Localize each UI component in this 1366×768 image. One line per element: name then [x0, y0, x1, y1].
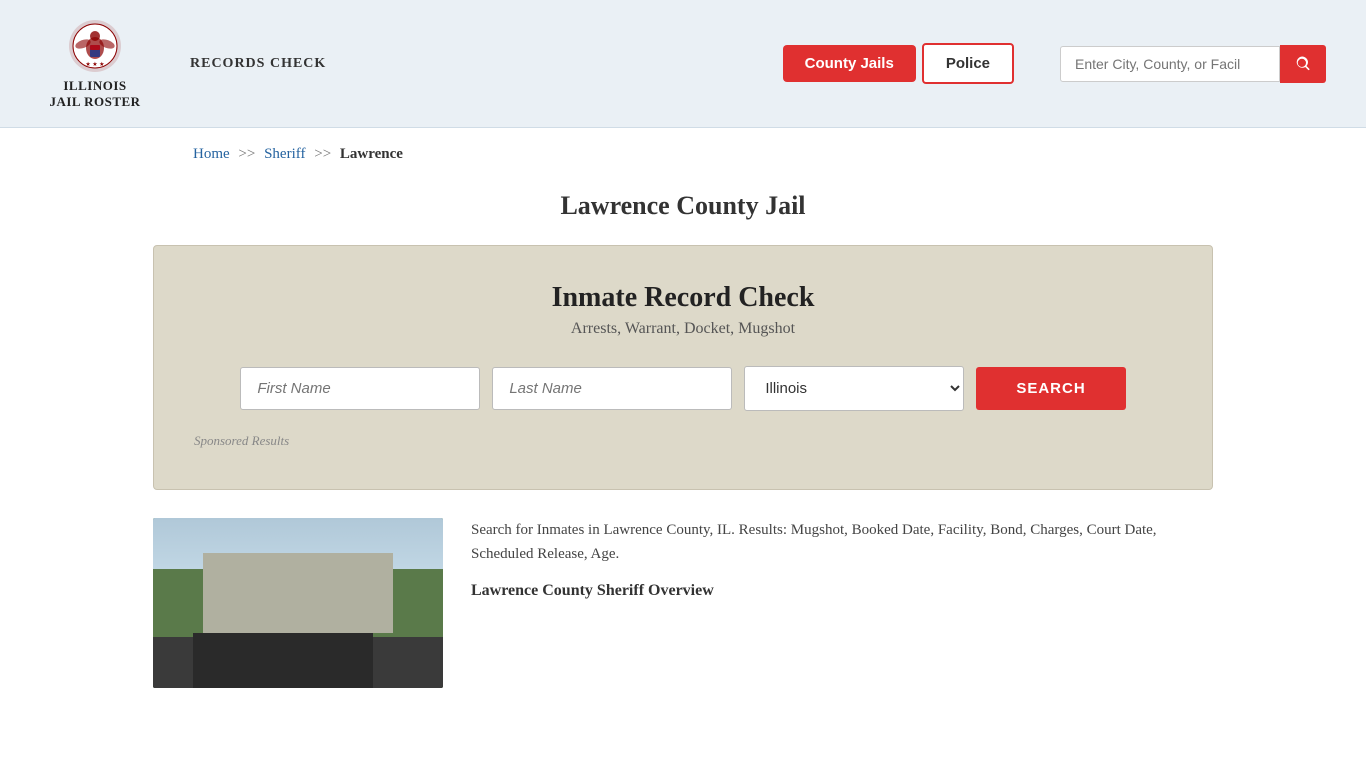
first-name-input[interactable]: [240, 367, 480, 410]
site-header: ★ ★ ★ ILLINOIS JAIL ROSTER RECORDS CHECK…: [0, 0, 1366, 128]
header-search-input[interactable]: [1060, 46, 1280, 82]
facility-section-heading: Lawrence County Sheriff Overview: [471, 578, 1213, 604]
illinois-seal-icon: ★ ★ ★: [67, 18, 123, 74]
bottom-section: Search for Inmates in Lawrence County, I…: [153, 518, 1213, 688]
facility-description: Search for Inmates in Lawrence County, I…: [471, 518, 1213, 616]
svg-text:★ ★ ★: ★ ★ ★: [85, 61, 104, 68]
inmate-search-box: Inmate Record Check Arrests, Warrant, Do…: [153, 245, 1213, 490]
search-icon: [1294, 55, 1312, 73]
header-search-bar: [1060, 45, 1326, 83]
search-fields: AlabamaAlaskaArizonaArkansasCaliforniaCo…: [194, 366, 1172, 411]
inmate-search-heading: Inmate Record Check: [194, 282, 1172, 314]
records-check-link[interactable]: RECORDS CHECK: [190, 56, 326, 72]
inmate-search-subtitle: Arrests, Warrant, Docket, Mugshot: [194, 320, 1172, 338]
main-content: Home >> Sheriff >> Lawrence Lawrence Cou…: [113, 128, 1253, 688]
search-button[interactable]: SEARCH: [976, 367, 1125, 410]
state-select[interactable]: AlabamaAlaskaArizonaArkansasCaliforniaCo…: [744, 366, 964, 411]
facility-image-inner: [153, 518, 443, 688]
breadcrumb: Home >> Sheriff >> Lawrence: [153, 128, 1213, 173]
logo-text: ILLINOIS JAIL ROSTER: [49, 78, 140, 109]
facility-description-text: Search for Inmates in Lawrence County, I…: [471, 518, 1213, 566]
breadcrumb-sep-2: >>: [314, 146, 331, 162]
nav-buttons: County Jails Police: [783, 43, 1014, 84]
breadcrumb-sheriff[interactable]: Sheriff: [264, 146, 305, 162]
breadcrumb-current: Lawrence: [340, 146, 403, 162]
logo-area: ★ ★ ★ ILLINOIS JAIL ROSTER: [40, 18, 150, 109]
breadcrumb-home[interactable]: Home: [193, 146, 230, 162]
page-title: Lawrence County Jail: [153, 191, 1213, 221]
police-button[interactable]: Police: [922, 43, 1014, 84]
facility-image: [153, 518, 443, 688]
sponsored-results: Sponsored Results: [194, 433, 1172, 449]
county-jails-button[interactable]: County Jails: [783, 45, 916, 82]
last-name-input[interactable]: [492, 367, 732, 410]
header-search-button[interactable]: [1280, 45, 1326, 83]
breadcrumb-sep-1: >>: [238, 146, 255, 162]
